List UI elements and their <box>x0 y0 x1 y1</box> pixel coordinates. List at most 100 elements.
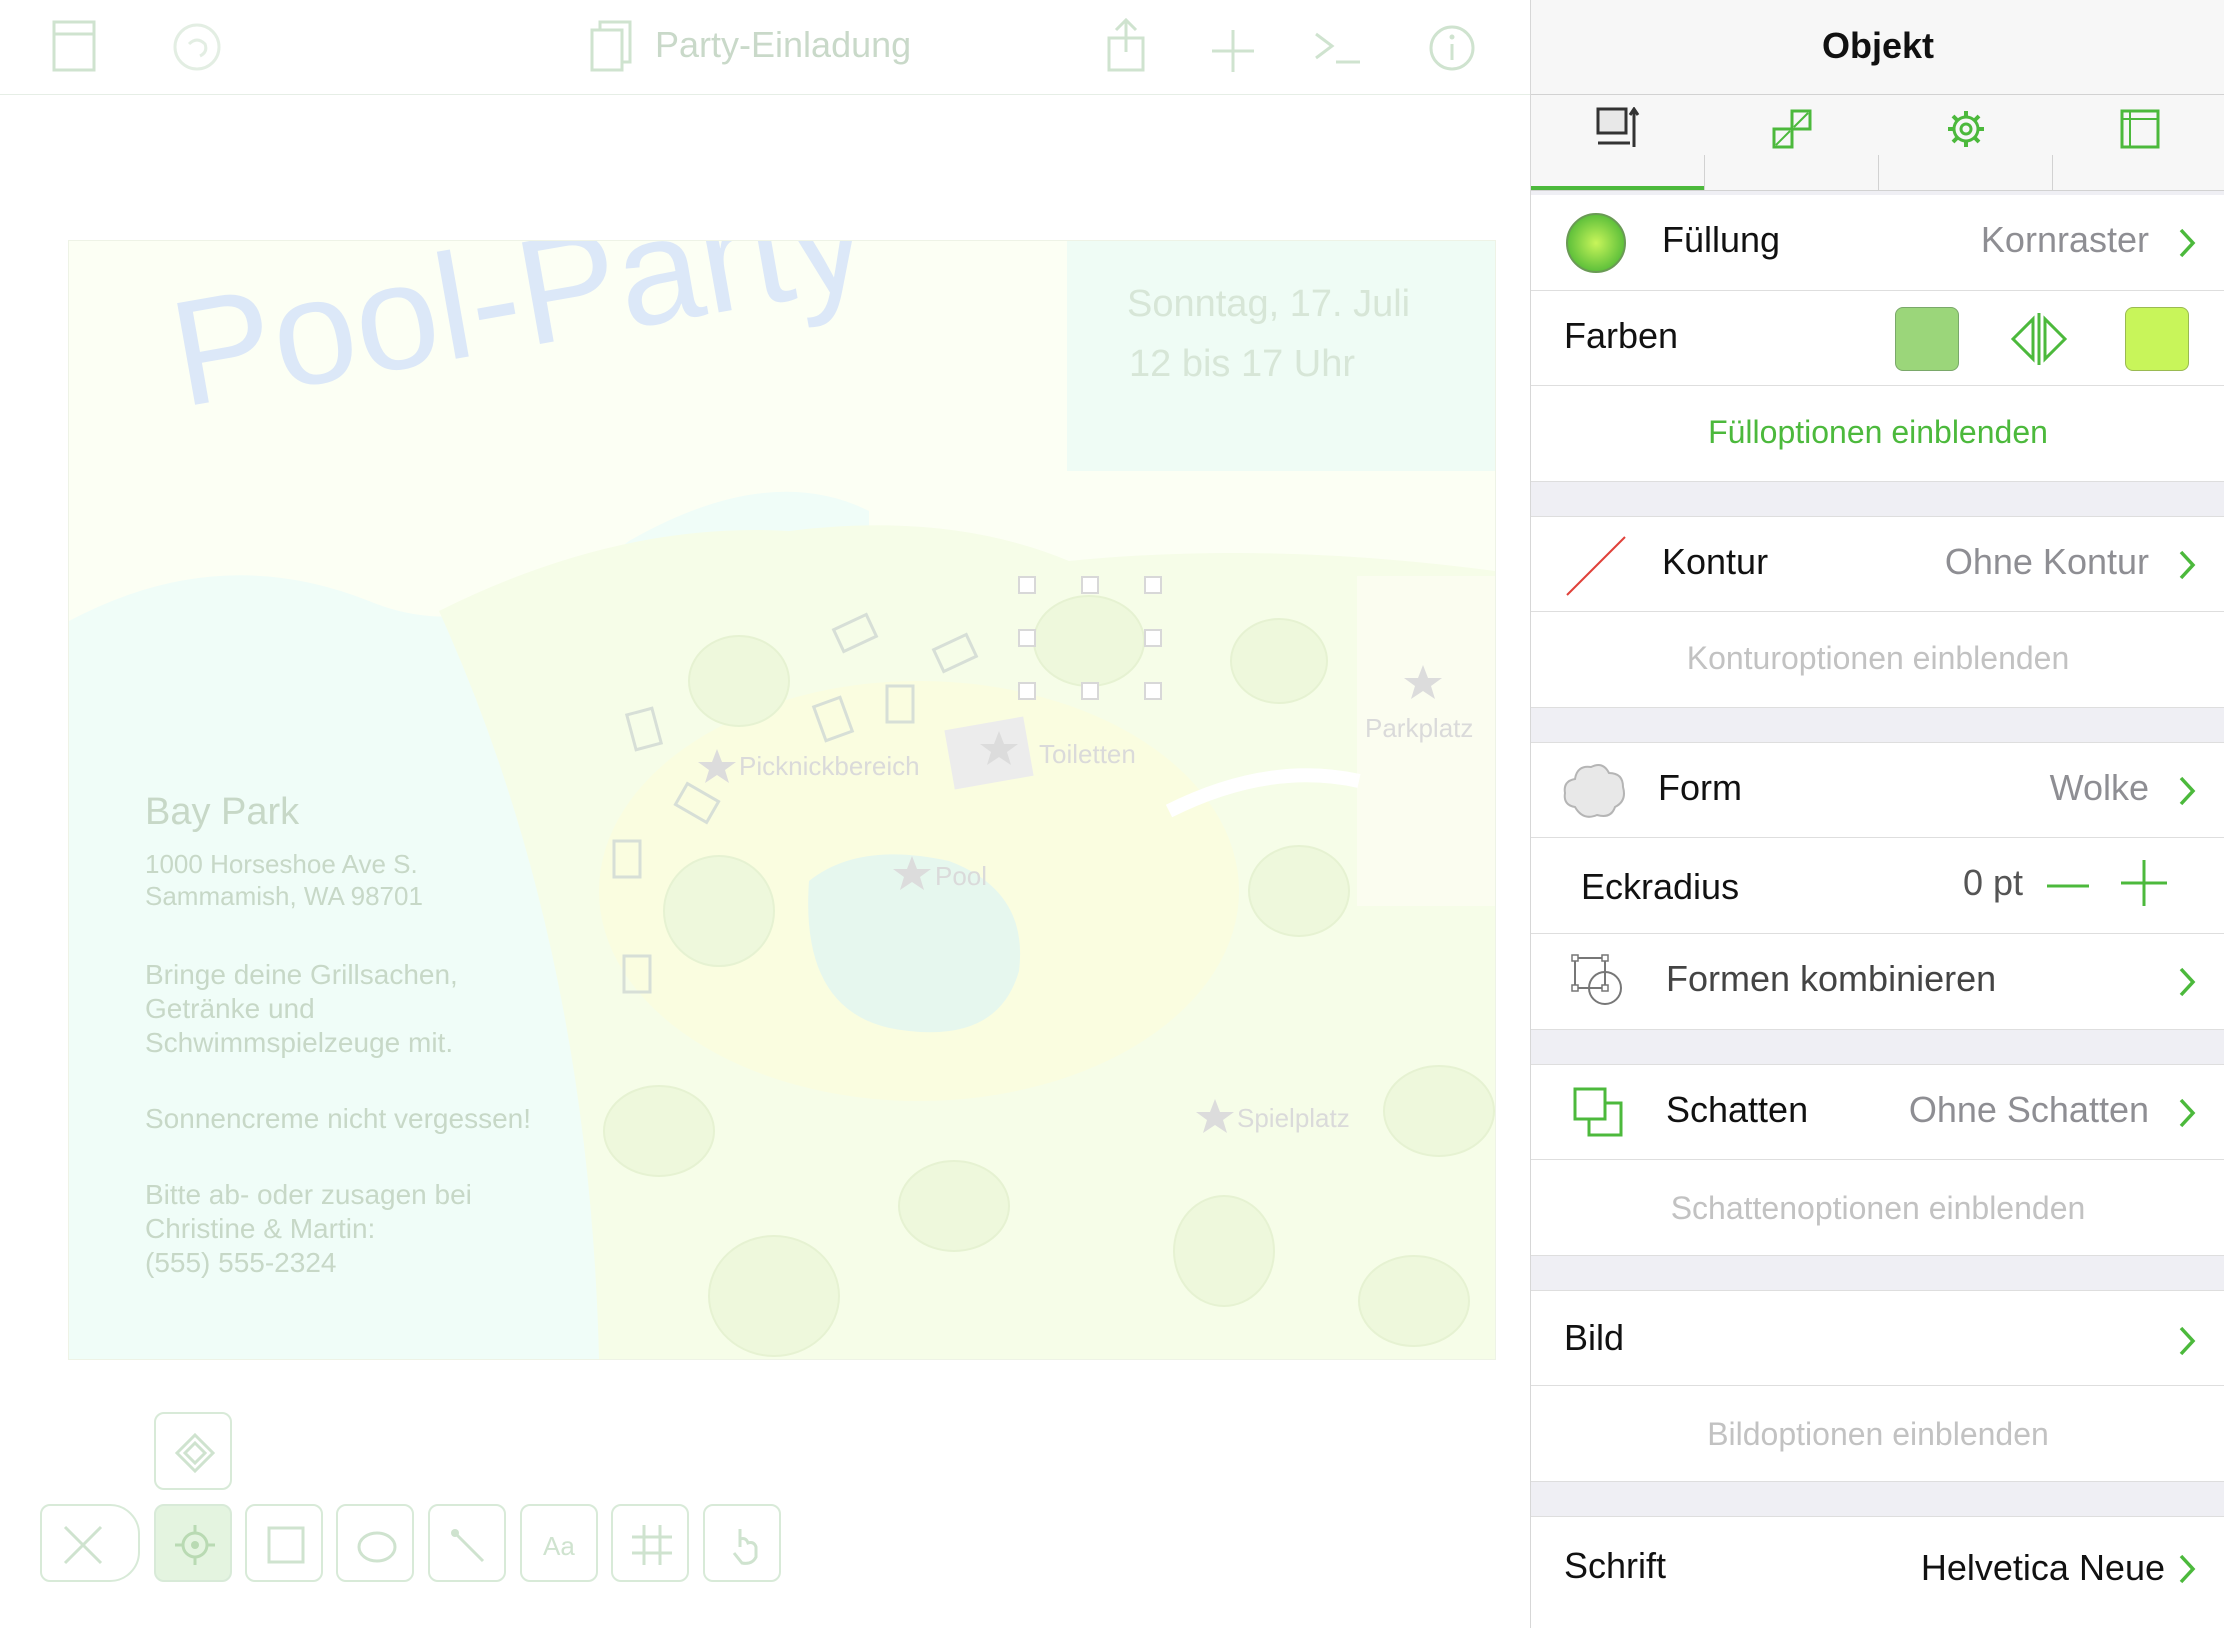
combine-shapes-icon <box>1571 954 1622 1005</box>
gear-icon <box>1948 111 1984 147</box>
note-2[interactable]: Sonnencreme nicht vergessen! <box>145 1103 531 1135</box>
section-gap <box>1531 708 2224 742</box>
chevron-right-icon <box>2179 1098 2196 1128</box>
section-gap <box>1531 1030 2224 1064</box>
address-line-1[interactable]: 1000 Horseshoe Ave S. <box>145 849 418 880</box>
chevron-right-icon <box>2179 1554 2196 1584</box>
combine-shapes-label: Formen kombinieren <box>1666 958 1997 999</box>
color-a-swatch[interactable] <box>1895 307 1959 371</box>
pencil-cross-icon <box>63 1525 103 1565</box>
swap-colors-icon[interactable] <box>2007 311 2071 367</box>
tab-settings[interactable] <box>1879 95 2052 190</box>
map-label-pool[interactable]: Pool <box>935 861 987 892</box>
stroke-value: Ohne Kontur <box>1944 541 2149 582</box>
chevron-right-icon <box>2179 776 2196 806</box>
chevron-right-icon <box>2179 228 2196 258</box>
rectangle-icon <box>267 1526 305 1564</box>
date-line-1[interactable]: Sonntag, 17. Juli <box>1127 283 1410 326</box>
map-label-playground[interactable]: Spielplatz <box>1237 1103 1350 1134</box>
top-toolbar: Party-Einladung <box>0 0 1530 95</box>
note-1-line-3[interactable]: Schwimmspielzeuge mit. <box>145 1027 453 1059</box>
tab-arrange[interactable] <box>1705 95 1878 190</box>
map-label-parking[interactable]: Parkplatz <box>1365 713 1473 744</box>
stroke-row[interactable]: Kontur Ohne Kontur <box>1531 516 2224 612</box>
fill-options-link[interactable]: Fülloptionen einblenden <box>1531 414 2224 451</box>
date-line-2[interactable]: 12 bis 17 Uhr <box>1129 343 1355 386</box>
fill-options-row[interactable]: Fülloptionen einblenden <box>1531 386 2224 482</box>
shadow-icon <box>1573 1087 1623 1137</box>
diamond-icon <box>175 1433 215 1473</box>
combine-shapes-row[interactable]: Formen kombinieren <box>1531 934 2224 1030</box>
note-1-line-1[interactable]: Bringe deine Grillsachen, <box>145 959 458 991</box>
inspector-title: Objekt <box>1821 25 1935 66</box>
shape-tool-button[interactable] <box>245 1504 323 1582</box>
document-title[interactable]: Party-Einladung <box>655 24 911 66</box>
arrange-icon <box>1772 109 1812 149</box>
rsvp-line-2[interactable]: Christine & Martin: <box>145 1213 375 1245</box>
corner-radius-row: Eckradius 0 pt <box>1531 838 2224 934</box>
shape-label: Form <box>1658 767 1742 808</box>
venue-name[interactable]: Bay Park <box>145 791 299 834</box>
svg-text:Aa: Aa <box>543 1531 575 1561</box>
section-gap <box>1531 1256 2224 1290</box>
touch-tool-button[interactable] <box>703 1504 781 1582</box>
note-1-line-2[interactable]: Getränke und <box>145 993 315 1025</box>
rsvp-line-1[interactable]: Bitte ab- oder zusagen bei <box>145 1179 472 1211</box>
shadow-options-link: Schattenoptionen einblenden <box>1670 1190 2086 1226</box>
share-icon[interactable] <box>1106 16 1146 72</box>
shape-row[interactable]: Form Wolke <box>1531 742 2224 838</box>
drawing-tools-toggle[interactable] <box>40 1504 140 1582</box>
section-gap <box>1531 482 2224 516</box>
image-label: Bild <box>1564 1317 1625 1358</box>
document-browser-icon[interactable] <box>52 20 96 72</box>
fill-value: Kornraster <box>1980 219 2149 260</box>
no-stroke-icon <box>1566 536 1626 596</box>
rsvp-line-3[interactable]: (555) 555-2324 <box>145 1247 336 1279</box>
selection-icon <box>175 1525 215 1565</box>
font-value: Helvetica Neue <box>1920 1547 2165 1588</box>
fill-swatch-icon <box>1566 213 1626 273</box>
address-line-2[interactable]: Sammamish, WA 98701 <box>145 881 423 912</box>
tab-object-style[interactable] <box>1531 95 1704 190</box>
image-row[interactable]: Bild <box>1531 1290 2224 1386</box>
line-tool-button[interactable] <box>428 1504 506 1582</box>
document-icon <box>590 20 632 72</box>
console-icon[interactable] <box>1314 30 1362 66</box>
colors-row: Farben <box>1531 291 2224 386</box>
map-label-picnic[interactable]: Picknickbereich <box>739 751 920 782</box>
info-icon[interactable] <box>1428 24 1476 72</box>
decrease-icon[interactable] <box>2045 868 2091 904</box>
shape-value: Wolke <box>2049 767 2149 808</box>
color-b-swatch[interactable] <box>2125 307 2189 371</box>
freehand-tool-button[interactable] <box>336 1504 414 1582</box>
shadow-options-row: Schattenoptionen einblenden <box>1531 1160 2224 1256</box>
font-row[interactable]: Schrift Helvetica Neue <box>1531 1516 2224 1628</box>
map-label-toilets[interactable]: Toiletten <box>1039 739 1136 770</box>
text-tool-button[interactable]: Aa <box>520 1504 598 1582</box>
inspector-tabs <box>1531 95 2224 191</box>
stroke-label: Kontur <box>1662 541 1769 582</box>
increase-icon[interactable] <box>2119 858 2169 908</box>
canvas-icon <box>2120 109 2160 149</box>
diagram-tool-button[interactable] <box>611 1504 689 1582</box>
drawing-canvas[interactable]: Pool-Party Sonntag, 17. Juli 12 bis 17 U… <box>68 240 1496 1360</box>
object-style-icon <box>1596 107 1640 147</box>
hand-pointer-icon <box>732 1529 758 1565</box>
add-icon[interactable] <box>1210 28 1256 74</box>
corner-radius-label: Eckradius <box>1581 866 1740 907</box>
corner-radius-value: 0 pt <box>1962 862 2023 903</box>
inspector-header: Objekt <box>1531 0 2224 95</box>
fill-label: Füllung <box>1662 219 1781 260</box>
shadow-row[interactable]: Schatten Ohne Schatten <box>1531 1064 2224 1160</box>
tab-canvas[interactable] <box>2053 95 2224 190</box>
fill-row[interactable]: Füllung Kornraster <box>1531 195 2224 291</box>
style-tool-button[interactable] <box>154 1412 232 1490</box>
section-gap <box>1531 1482 2224 1516</box>
cloud-shape-icon <box>1563 764 1625 818</box>
colors-label: Farben <box>1564 315 1679 356</box>
font-label: Schrift <box>1564 1545 1667 1586</box>
undo-icon[interactable] <box>172 22 222 72</box>
line-icon <box>451 1529 485 1563</box>
shadow-value: Ohne Schatten <box>1908 1089 2149 1130</box>
selection-tool-button[interactable] <box>154 1504 232 1582</box>
